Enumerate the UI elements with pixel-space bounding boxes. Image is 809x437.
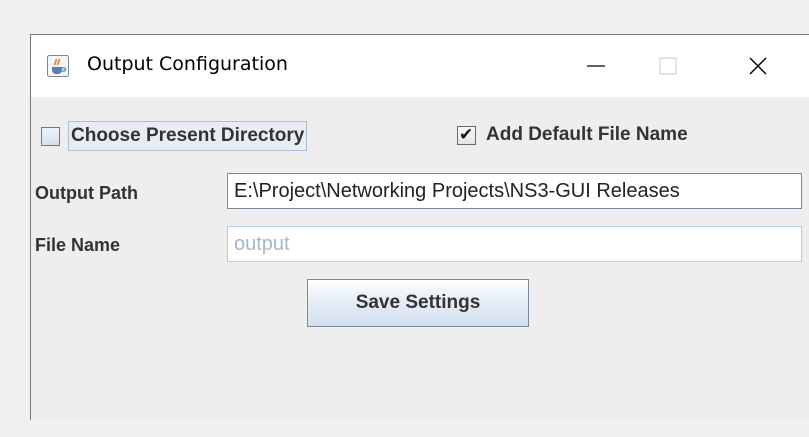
output-configuration-window: Output Configuration Choose Present Dire… [30, 34, 809, 420]
maximize-button[interactable] [631, 35, 705, 97]
window-title: Output Configuration [87, 53, 288, 75]
title-bar[interactable]: Output Configuration [31, 35, 809, 97]
choose-present-directory-option[interactable]: Choose Present Directory [41, 121, 308, 151]
save-settings-button[interactable]: Save Settings [307, 279, 529, 327]
desktop-background: Output Configuration Choose Present Dire… [0, 0, 809, 437]
checkmark-icon: ✔ [459, 124, 474, 145]
minimize-button[interactable] [559, 35, 633, 97]
file-name-field[interactable] [227, 226, 802, 262]
file-name-label: File Name [35, 235, 121, 255]
output-path-label: Output Path [35, 183, 138, 203]
minimize-icon [587, 65, 605, 67]
close-icon [749, 57, 767, 75]
choose-present-directory-checkbox[interactable] [41, 126, 60, 146]
add-default-file-name-option[interactable]: ✔ Add Default File Name [457, 121, 690, 149]
close-button[interactable] [721, 35, 795, 97]
dialog-content: Choose Present Directory ✔ Add Default F… [31, 97, 809, 420]
add-default-file-name-checkbox[interactable]: ✔ [457, 124, 476, 145]
choose-present-directory-label[interactable]: Choose Present Directory [68, 121, 308, 151]
output-path-field[interactable] [227, 173, 802, 209]
maximize-icon [659, 57, 677, 75]
add-default-file-name-label[interactable]: Add Default File Name [484, 121, 690, 149]
java-cup-icon [47, 55, 69, 77]
